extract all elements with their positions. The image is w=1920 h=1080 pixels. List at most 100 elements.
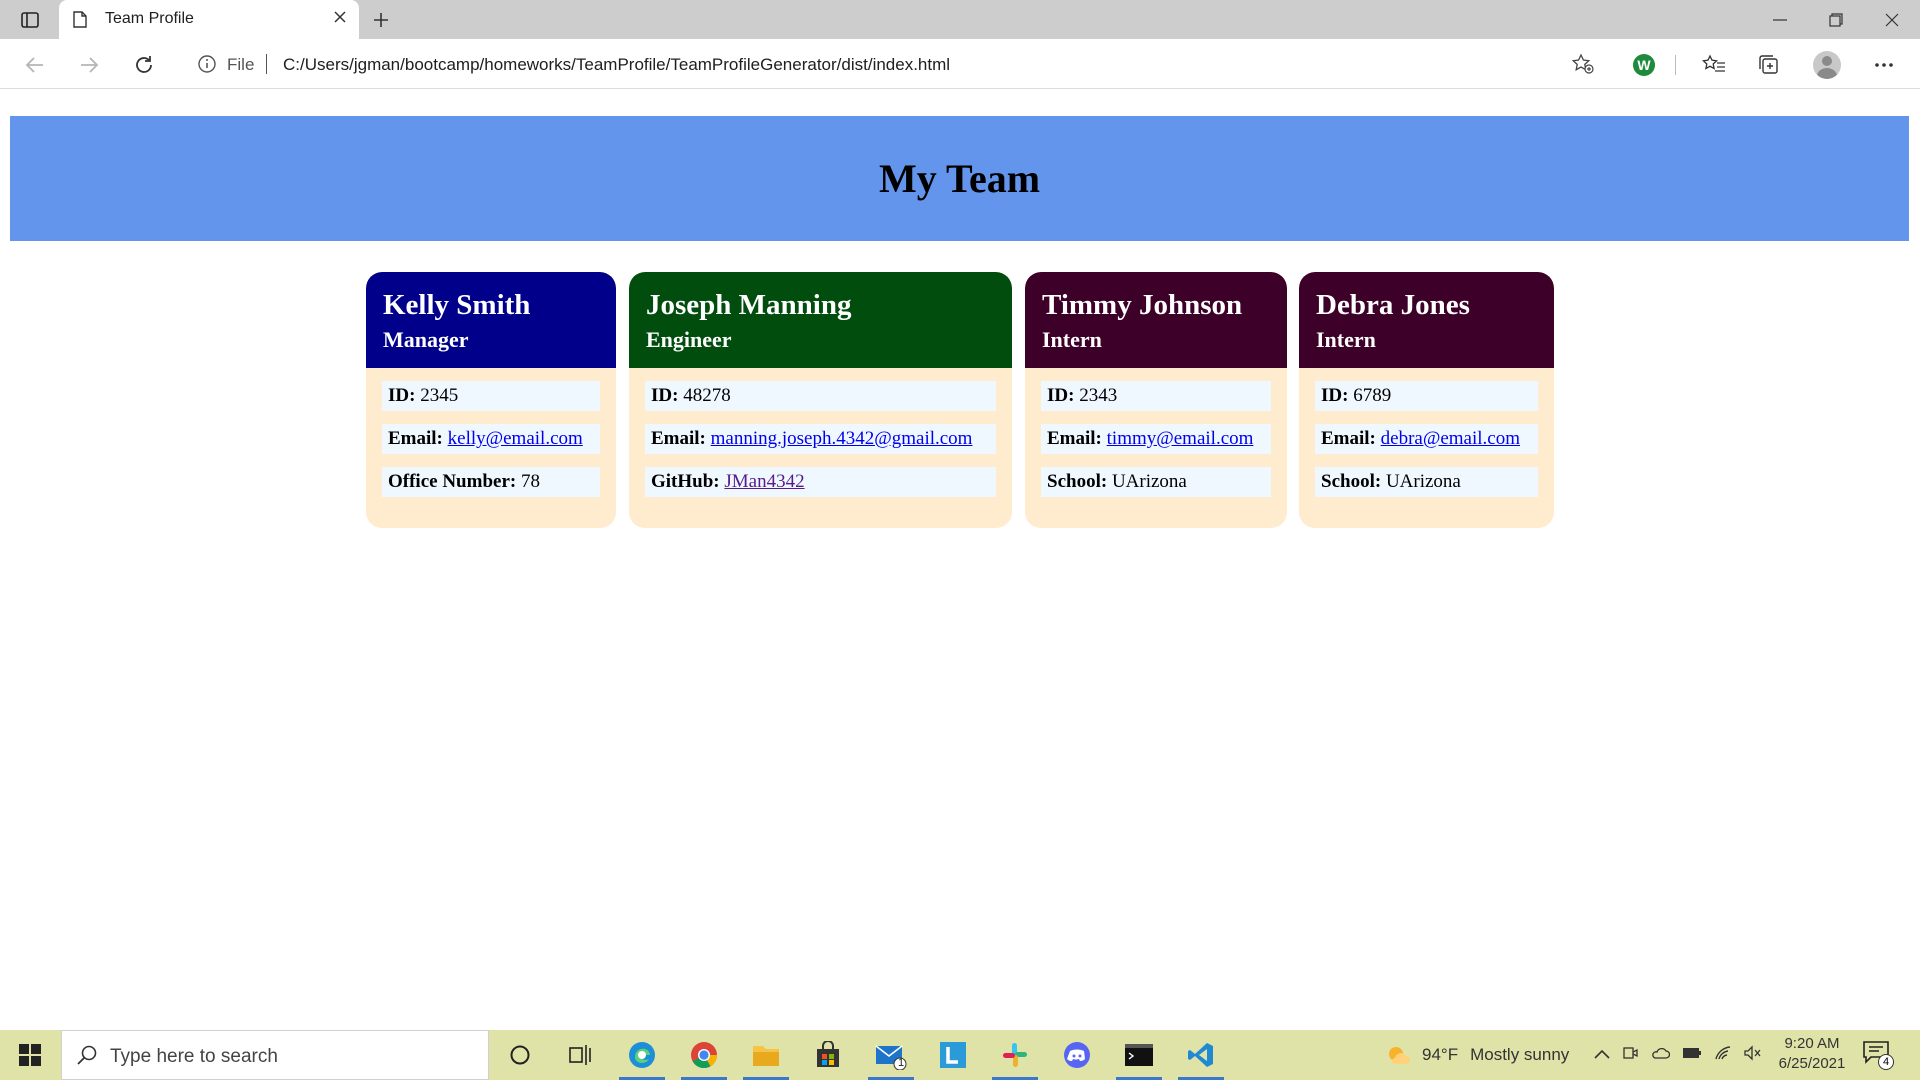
info-icon[interactable] (198, 55, 216, 78)
employee-name: Timmy Johnson (1042, 289, 1243, 321)
show-hidden-icons-icon[interactable] (1594, 1046, 1610, 1064)
office-number-label: Office Number: (388, 471, 517, 492)
id-row: ID: 48278 (645, 381, 996, 411)
search-icon (76, 1044, 98, 1071)
page-icon (73, 11, 87, 33)
browser-tab[interactable]: Team Profile (59, 0, 359, 39)
favorites-icon[interactable] (1700, 52, 1728, 78)
extension-letter: W (1633, 54, 1655, 76)
team-cards: Kelly Smith Manager ID: 2345 Email: kell… (0, 272, 1920, 532)
onedrive-icon[interactable] (1650, 1046, 1671, 1065)
start-button[interactable] (0, 1030, 60, 1080)
search-placeholder: Type here to search (110, 1046, 278, 1067)
id-label: ID: (651, 385, 679, 406)
vscode-icon[interactable] (1172, 1030, 1230, 1080)
card-header: Debra Jones Intern (1299, 272, 1554, 368)
task-view-icon[interactable] (551, 1030, 609, 1080)
school-row: School: UArizona (1041, 467, 1271, 497)
discord-icon[interactable] (1048, 1030, 1106, 1080)
lync-l-icon[interactable] (924, 1030, 982, 1080)
notification-center-icon[interactable]: 4 (1862, 1040, 1894, 1070)
email-label: Email: (388, 428, 443, 449)
address-bar[interactable]: File C:/Users/jgman/bootcamp/homeworks/T… (180, 45, 1608, 83)
system-clock[interactable]: 9:20 AM 6/25/2021 (1772, 1034, 1852, 1074)
employee-role: Manager (383, 327, 469, 352)
employee-name: Joseph Manning (646, 289, 852, 321)
battery-icon[interactable] (1682, 1046, 1702, 1064)
close-window-button[interactable] (1864, 0, 1920, 39)
window-controls (1752, 0, 1920, 39)
mail-icon[interactable]: 1 (862, 1030, 920, 1080)
school-label: School: (1321, 471, 1382, 492)
volume-muted-icon[interactable] (1744, 1044, 1762, 1066)
slack-icon[interactable] (986, 1030, 1044, 1080)
github-label: GitHub: (651, 471, 720, 492)
clock-date: 6/25/2021 (1778, 1055, 1846, 1072)
email-link[interactable]: kelly@email.com (448, 428, 583, 449)
card-body: ID: 2343 Email: timmy@email.com School: … (1025, 368, 1287, 497)
cortana-icon[interactable] (491, 1030, 549, 1080)
extension-icon[interactable]: W (1630, 52, 1658, 78)
wifi-icon[interactable] (1714, 1045, 1732, 1066)
office-number-value: 78 (520, 471, 540, 492)
github-link[interactable]: JMan4342 (724, 471, 804, 492)
refresh-button[interactable] (131, 52, 157, 78)
tab-actions-icon[interactable] (16, 8, 44, 32)
id-label: ID: (388, 385, 416, 406)
tab-strip: Team Profile (0, 0, 1920, 39)
edge-icon[interactable] (613, 1030, 671, 1080)
address-separator (266, 54, 267, 74)
new-tab-button[interactable] (368, 8, 394, 32)
employee-name: Kelly Smith (383, 289, 531, 321)
school-label: School: (1047, 471, 1108, 492)
add-favorite-icon[interactable] (1571, 53, 1594, 79)
file-explorer-icon[interactable] (737, 1030, 795, 1080)
email-link[interactable]: timmy@email.com (1107, 428, 1254, 449)
browser-toolbar: File C:/Users/jgman/bootcamp/homeworks/T… (0, 39, 1920, 89)
terminal-icon[interactable] (1110, 1030, 1168, 1080)
close-tab-icon[interactable] (333, 10, 347, 29)
card-header: Kelly Smith Manager (366, 272, 616, 368)
employee-role: Engineer (646, 327, 732, 352)
back-button[interactable] (22, 52, 48, 78)
employee-role: Intern (1316, 327, 1376, 352)
mail-badge: 1 (898, 1057, 905, 1069)
id-row: ID: 6789 (1315, 381, 1538, 411)
email-row: Email: timmy@email.com (1041, 424, 1271, 454)
id-label: ID: (1047, 385, 1075, 406)
avatar (1813, 51, 1841, 79)
minimize-button[interactable] (1752, 0, 1808, 39)
system-tray (1594, 1030, 1762, 1080)
address-url[interactable]: C:/Users/jgman/bootcamp/homeworks/TeamPr… (283, 55, 950, 75)
clock-time: 9:20 AM (1784, 1035, 1840, 1052)
id-row: ID: 2343 (1041, 381, 1271, 411)
email-link[interactable]: manning.joseph.4342@gmail.com (711, 428, 973, 449)
employee-name: Debra Jones (1316, 289, 1470, 321)
email-label: Email: (1321, 428, 1376, 449)
chrome-icon[interactable] (675, 1030, 733, 1080)
tab-title: Team Profile (105, 10, 194, 27)
id-value: 48278 (683, 385, 731, 406)
email-row: Email: debra@email.com (1315, 424, 1538, 454)
restore-button[interactable] (1808, 0, 1864, 39)
store-icon[interactable] (799, 1030, 857, 1080)
taskbar-search-box[interactable]: Type here to search (61, 1030, 489, 1080)
meet-now-icon[interactable] (1622, 1045, 1638, 1066)
team-header-banner: My Team (10, 116, 1909, 241)
forward-button[interactable] (76, 52, 102, 78)
card-header: Timmy Johnson Intern (1025, 272, 1287, 368)
email-label: Email: (651, 428, 706, 449)
email-link[interactable]: debra@email.com (1381, 428, 1520, 449)
settings-more-icon[interactable] (1870, 52, 1898, 78)
collections-icon[interactable] (1755, 52, 1783, 78)
school-row: School: UArizona (1315, 467, 1538, 497)
id-value: 2343 (1079, 385, 1118, 406)
weather-widget[interactable]: 94°F Mostly sunny (1386, 1030, 1569, 1080)
profile-avatar[interactable] (1813, 51, 1841, 79)
toolbar-separator (1675, 55, 1676, 75)
windows-taskbar: Type here to search 1 94°F Mostly sunny (0, 1030, 1920, 1080)
page-viewport: My Team Kelly Smith Manager ID: 2345 Ema… (0, 90, 1920, 1030)
windows-logo-icon (19, 1044, 41, 1066)
school-value: UArizona (1385, 471, 1461, 492)
employee-card-intern: Timmy Johnson Intern ID: 2343 Email: tim… (1025, 272, 1287, 528)
